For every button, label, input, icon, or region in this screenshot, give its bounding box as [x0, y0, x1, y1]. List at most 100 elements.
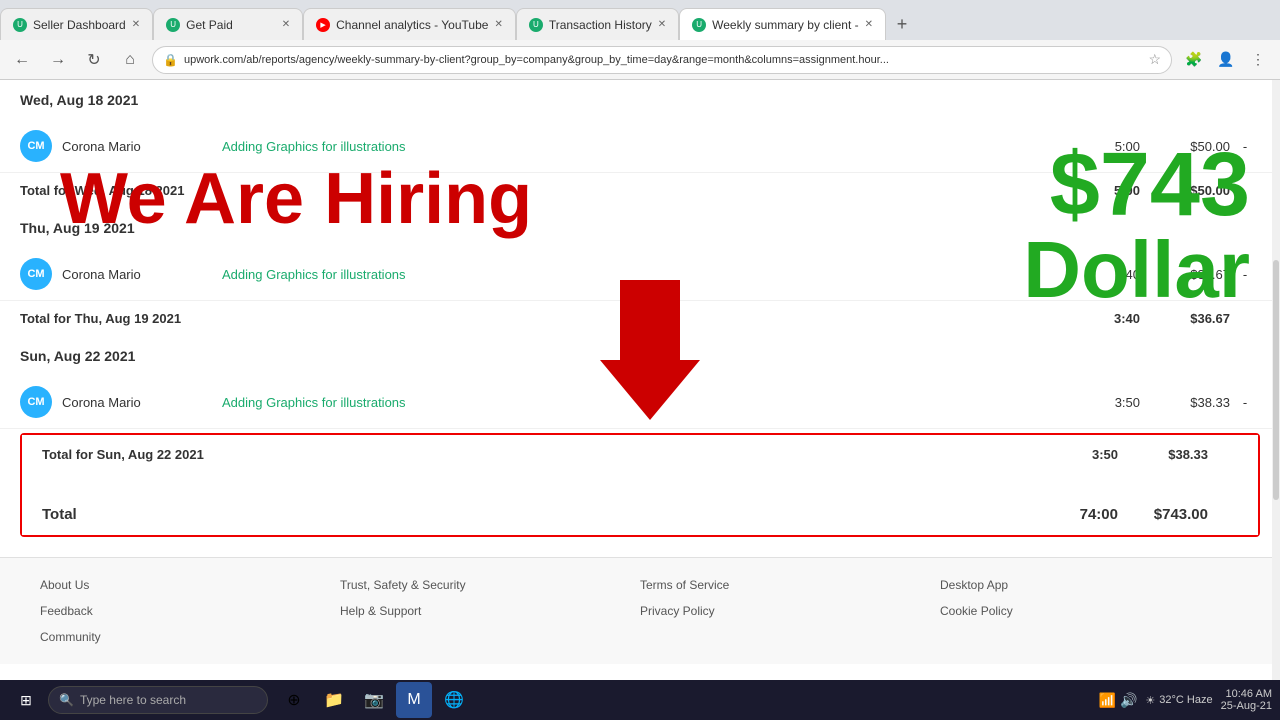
- total-hours-thu: 3:40: [1060, 311, 1140, 326]
- footer-cookie[interactable]: Cookie Policy: [940, 604, 1240, 618]
- page-content: Wed, Aug 18 2021 CM Corona Mario Adding …: [0, 80, 1280, 680]
- tab-favicon-3: ▶: [316, 18, 330, 32]
- amount-3: $38.33: [1140, 395, 1230, 410]
- tab-get-paid[interactable]: U Get Paid ✕: [153, 8, 303, 40]
- grand-total-label: Total: [42, 506, 1038, 523]
- grand-total-row: Total 74:00 $743.00: [22, 494, 1258, 535]
- report-table: Wed, Aug 18 2021 CM Corona Mario Adding …: [0, 80, 1280, 537]
- person-name-3: Corona Mario: [62, 395, 222, 410]
- grand-total-hours: 74:00: [1038, 506, 1118, 523]
- tab-bar: U Seller Dashboard ✕ U Get Paid ✕ ▶ Chan…: [0, 0, 1280, 40]
- total-hours-sun: 3:50: [1038, 447, 1118, 462]
- tab-close-3[interactable]: ✕: [494, 19, 502, 30]
- taskbar-search[interactable]: 🔍 Type here to search: [48, 686, 268, 714]
- tab-weekly-summary[interactable]: U Weekly summary by client - ✕: [679, 8, 886, 40]
- footer-feedback[interactable]: Feedback: [40, 604, 340, 618]
- back-button[interactable]: ←: [8, 46, 36, 74]
- footer-about[interactable]: About Us: [40, 578, 340, 592]
- taskbar-app-meet[interactable]: M: [396, 682, 432, 718]
- tab-seller-dashboard[interactable]: U Seller Dashboard ✕: [0, 8, 153, 40]
- weather-text: 32°C Haze: [1159, 694, 1212, 706]
- person-name-1: Corona Mario: [62, 139, 222, 154]
- footer-trust[interactable]: Trust, Safety & Security: [340, 578, 640, 592]
- volume-icon: 🔊: [1120, 692, 1137, 709]
- total-label-thu: Total for Thu, Aug 19 2021: [20, 311, 1060, 326]
- total-label-sun: Total for Sun, Aug 22 2021: [42, 447, 1038, 462]
- scrollbar-track: [1272, 80, 1280, 680]
- refresh-button[interactable]: ↻: [80, 46, 108, 74]
- footer-col-1: About Us Feedback Community: [40, 578, 340, 644]
- profile-icon[interactable]: 👤: [1212, 46, 1240, 74]
- taskbar: ⊞ 🔍 Type here to search ⊕ 📁 📷 M 🌐 📶 🔊 ☀ …: [0, 680, 1280, 720]
- address-text: upwork.com/ab/reports/agency/weekly-summ…: [184, 54, 1142, 66]
- nav-icons: 🧩 👤 ⋮: [1180, 46, 1272, 74]
- tab-label-1: Seller Dashboard: [33, 18, 126, 32]
- total-hours-wed: 5:00: [1060, 183, 1140, 198]
- taskbar-app-chrome[interactable]: 🌐: [436, 682, 472, 718]
- avatar-cm3: CM: [20, 386, 52, 418]
- tab-transaction[interactable]: U Transaction History ✕: [516, 8, 679, 40]
- tab-close-4[interactable]: ✕: [658, 19, 666, 30]
- grand-total-amount: $743.00: [1118, 506, 1208, 523]
- avatar-cm1: CM: [20, 130, 52, 162]
- menu-icon[interactable]: ⋮: [1244, 46, 1272, 74]
- amount-2: $36.67: [1140, 267, 1230, 282]
- forward-button[interactable]: →: [44, 46, 72, 74]
- weather-widget: ☀ 32°C Haze: [1145, 694, 1212, 707]
- time-display: 10:46 AM: [1221, 688, 1272, 700]
- footer-col-3: Terms of Service Privacy Policy: [640, 578, 940, 644]
- taskbar-right: 📶 🔊 ☀ 32°C Haze 10:46 AM 25-Aug-21: [1099, 688, 1272, 712]
- table-row: CM Corona Mario Adding Graphics for illu…: [0, 248, 1280, 301]
- taskbar-search-placeholder: Type here to search: [80, 693, 186, 707]
- start-button[interactable]: ⊞: [8, 684, 44, 716]
- tab-favicon-4: U: [529, 18, 543, 32]
- task-name-2: Adding Graphics for illustrations: [222, 267, 1060, 282]
- tab-label-5: Weekly summary by client -: [712, 18, 858, 32]
- footer-privacy[interactable]: Privacy Policy: [640, 604, 940, 618]
- home-button[interactable]: ⌂: [116, 46, 144, 74]
- tab-close-2[interactable]: ✕: [282, 19, 290, 30]
- total-row-thu: Total for Thu, Aug 19 2021 3:40 $36.67: [0, 301, 1280, 336]
- browser-frame: U Seller Dashboard ✕ U Get Paid ✕ ▶ Chan…: [0, 0, 1280, 720]
- tab-close-5[interactable]: ✕: [865, 19, 873, 30]
- footer-col-4: Desktop App Cookie Policy: [940, 578, 1240, 644]
- weather-icon: ☀: [1145, 694, 1155, 707]
- tab-favicon-2: U: [166, 18, 180, 32]
- tab-favicon-1: U: [13, 18, 27, 32]
- extensions-icon[interactable]: 🧩: [1180, 46, 1208, 74]
- total-amount-thu: $36.67: [1140, 311, 1230, 326]
- lock-icon: 🔒: [163, 53, 178, 67]
- total-row-sun: Total for Sun, Aug 22 2021 3:50 $38.33: [22, 435, 1258, 474]
- system-tray-icons: 📶 🔊: [1099, 692, 1138, 709]
- tab-label-2: Get Paid: [186, 18, 276, 32]
- clock-widget: 10:46 AM 25-Aug-21: [1221, 688, 1272, 712]
- table-row: CM Corona Mario Adding Graphics for illu…: [0, 120, 1280, 173]
- taskbar-app-files[interactable]: 📁: [316, 682, 352, 718]
- dash-1: -: [1230, 139, 1260, 154]
- search-icon: 🔍: [59, 693, 74, 707]
- footer-help[interactable]: Help & Support: [340, 604, 640, 618]
- tab-close-1[interactable]: ✕: [132, 19, 140, 30]
- new-tab-button[interactable]: +: [886, 8, 918, 40]
- table-row: CM Corona Mario Adding Graphics for illu…: [0, 376, 1280, 429]
- footer-terms[interactable]: Terms of Service: [640, 578, 940, 592]
- footer-community[interactable]: Community: [40, 630, 340, 644]
- scrollbar-thumb[interactable]: [1273, 260, 1279, 500]
- date-header-wed: Wed, Aug 18 2021: [0, 80, 1280, 120]
- hours-1: 5:00: [1060, 139, 1140, 154]
- highlight-box: Total for Sun, Aug 22 2021 3:50 $38.33 T…: [20, 433, 1260, 537]
- star-icon[interactable]: ☆: [1148, 51, 1161, 68]
- taskbar-app-icons: ⊕ 📁 📷 M 🌐: [276, 682, 472, 718]
- date-display: 25-Aug-21: [1221, 700, 1272, 712]
- content-area: Wed, Aug 18 2021 CM Corona Mario Adding …: [0, 80, 1280, 680]
- tab-youtube[interactable]: ▶ Channel analytics - YouTube ✕: [303, 8, 516, 40]
- footer-col-2: Trust, Safety & Security Help & Support: [340, 578, 640, 644]
- total-amount-sun: $38.33: [1118, 447, 1208, 462]
- date-header-thu: Thu, Aug 19 2021: [0, 208, 1280, 248]
- total-row-wed: Total for Wed, Aug 18 2021 5:00 $50.00: [0, 173, 1280, 208]
- address-bar[interactable]: 🔒 upwork.com/ab/reports/agency/weekly-su…: [152, 46, 1172, 74]
- taskbar-app-cortana[interactable]: ⊕: [276, 682, 312, 718]
- date-header-sun: Sun, Aug 22 2021: [0, 336, 1280, 376]
- taskbar-app-camera[interactable]: 📷: [356, 682, 392, 718]
- footer-desktop[interactable]: Desktop App: [940, 578, 1240, 592]
